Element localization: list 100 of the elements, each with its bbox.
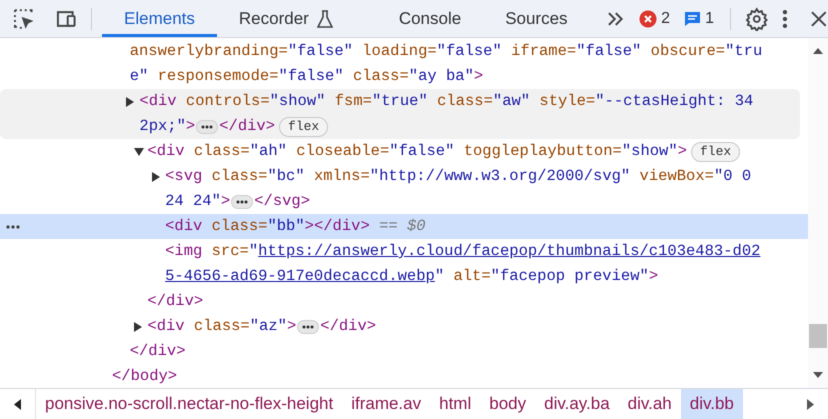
- attribute-value: "bb": [267, 216, 305, 237]
- url-link[interactable]: 5-4656-ad69-917e0decaccd.webp: [165, 264, 435, 289]
- attribute-value: "tru: [725, 41, 762, 62]
- breadcrumb-item[interactable]: ponsive.no-scroll.nectar-no-flex-height: [36, 389, 342, 419]
- error-icon: [639, 10, 658, 28]
- tag-text: <div: [165, 216, 202, 237]
- attribute-value: "show": [270, 91, 326, 112]
- tag-text: ></div>: [304, 216, 370, 237]
- attribute-value: e": [130, 66, 148, 87]
- attribute-value: "http://www.w3.org/2000/svg": [370, 166, 630, 187]
- attribute-name: xmlns=: [312, 166, 370, 187]
- attribute-name: closeable=: [295, 141, 390, 162]
- breadcrumb-item[interactable]: html: [430, 389, 480, 419]
- collapsed-content-icon[interactable]: [297, 320, 320, 334]
- scrollbar[interactable]: [808, 38, 828, 388]
- attribute-name: responsemode=: [156, 66, 279, 87]
- attribute-name: toggleplaybutton=: [462, 141, 622, 162]
- attribute-name: loading=: [361, 41, 437, 62]
- attribute-value: ": [434, 266, 444, 287]
- attribute-value: "false": [576, 41, 642, 62]
- attribute-name: class=: [192, 141, 250, 162]
- attribute-name: class=: [210, 216, 268, 237]
- attribute-value: "ay ba": [408, 66, 474, 87]
- attribute-name: class=: [192, 316, 250, 337]
- tag-text: >: [474, 66, 484, 87]
- attribute-name: viewBox=: [638, 166, 714, 187]
- selected-node-highlight[interactable]: <div class="bb"></div> == $0: [0, 214, 808, 239]
- attribute-name: alt=: [452, 266, 491, 287]
- caret-right-icon: [806, 398, 814, 410]
- tag-text: </div>: [320, 316, 376, 337]
- panel-tab[interactable]: Console: [376, 0, 484, 37]
- collapsed-arrow-icon[interactable]: [134, 322, 142, 332]
- attribute-name: class=: [352, 66, 409, 87]
- attribute-name: fsm=: [334, 91, 372, 112]
- attribute-value: "false": [436, 41, 502, 62]
- tag-text: </div>: [219, 116, 276, 137]
- breadcrumb-item[interactable]: iframe.av: [342, 389, 430, 419]
- tag-text: <div: [139, 91, 177, 112]
- expanded-arrow-icon[interactable]: [134, 148, 144, 156]
- attribute-value: "--ctasHeight: 34: [595, 91, 754, 112]
- attribute-value: 24 24": [165, 191, 221, 212]
- attribute-name: style=: [538, 91, 596, 112]
- tag-text: </div>: [147, 291, 204, 312]
- attribute-value: "az": [250, 316, 287, 337]
- attribute-value: "ah": [250, 141, 287, 162]
- scroll-up-icon[interactable]: [813, 48, 823, 54]
- flex-badge[interactable]: flex: [690, 142, 740, 162]
- tag-text: </div>: [130, 341, 186, 362]
- panel-tab[interactable]: Sources: [483, 0, 590, 37]
- error-counter[interactable]: 2: [639, 6, 670, 30]
- tag-text: <div: [147, 141, 185, 162]
- tag-text: >: [678, 141, 687, 162]
- attribute-name: obscure=: [650, 41, 726, 62]
- attribute-name: class=: [436, 91, 493, 112]
- scroll-down-icon[interactable]: [813, 372, 823, 378]
- attribute-value: "false": [288, 41, 353, 62]
- collapsed-arrow-icon[interactable]: [126, 96, 134, 106]
- panel-tab[interactable]: Recorder: [216, 0, 355, 37]
- select-element-icon[interactable]: [12, 6, 36, 30]
- attribute-value: "true": [372, 91, 428, 112]
- console-reference: == $0: [378, 216, 426, 237]
- close-icon[interactable]: [810, 10, 828, 28]
- attribute-value: "bc": [267, 166, 305, 187]
- attribute-value: 2px;": [139, 116, 186, 137]
- caret-left-icon: [14, 398, 21, 410]
- attribute-name: answerlybranding=: [130, 41, 288, 62]
- attribute-value: "false": [389, 141, 454, 162]
- message-counter[interactable]: 1: [684, 6, 714, 30]
- breadcrumb-item[interactable]: div.ay.ba: [535, 389, 619, 419]
- breadcrumb-item[interactable]: div.ah: [618, 389, 681, 419]
- breadcrumb-item[interactable]: div.bb: [680, 389, 743, 419]
- attribute-value: "0 0: [714, 166, 752, 187]
- attribute-name: src=: [210, 241, 249, 262]
- tag-text: >: [186, 116, 196, 137]
- url-link[interactable]: https://answerly.cloud/facepop/thumbnails/c103e483-d02: [258, 239, 760, 264]
- attribute-name: controls=: [184, 91, 270, 112]
- tag-text: <img: [165, 241, 202, 262]
- flex-badge[interactable]: flex: [279, 116, 328, 136]
- collapsed-content-icon[interactable]: [196, 120, 218, 134]
- tag-text: >: [648, 266, 658, 287]
- settings-icon[interactable]: [744, 6, 768, 30]
- scrollbar-thumb[interactable]: [809, 324, 827, 348]
- tag-text: <div: [147, 316, 185, 337]
- panel-tab[interactable]: Elements: [102, 0, 217, 37]
- tag-text: >: [286, 316, 296, 337]
- attribute-value: "facepop preview": [490, 266, 649, 287]
- collapsed-content-icon[interactable]: [231, 194, 254, 208]
- tag-text: </svg>: [254, 191, 310, 212]
- more-actions-icon[interactable]: [6, 225, 20, 229]
- attribute-value: ": [248, 241, 258, 262]
- tag-text: </body>: [112, 366, 178, 387]
- attribute-name: iframe=: [510, 41, 576, 62]
- message-icon: [684, 10, 702, 27]
- attribute-value: "false": [278, 66, 344, 87]
- more-options-icon[interactable]: [782, 8, 788, 28]
- breadcrumb-item[interactable]: body: [480, 389, 536, 419]
- attribute-value: "aw": [492, 91, 530, 112]
- flask-icon: [316, 10, 333, 28]
- collapsed-arrow-icon[interactable]: [152, 172, 160, 182]
- tag-text: <svg: [165, 166, 202, 187]
